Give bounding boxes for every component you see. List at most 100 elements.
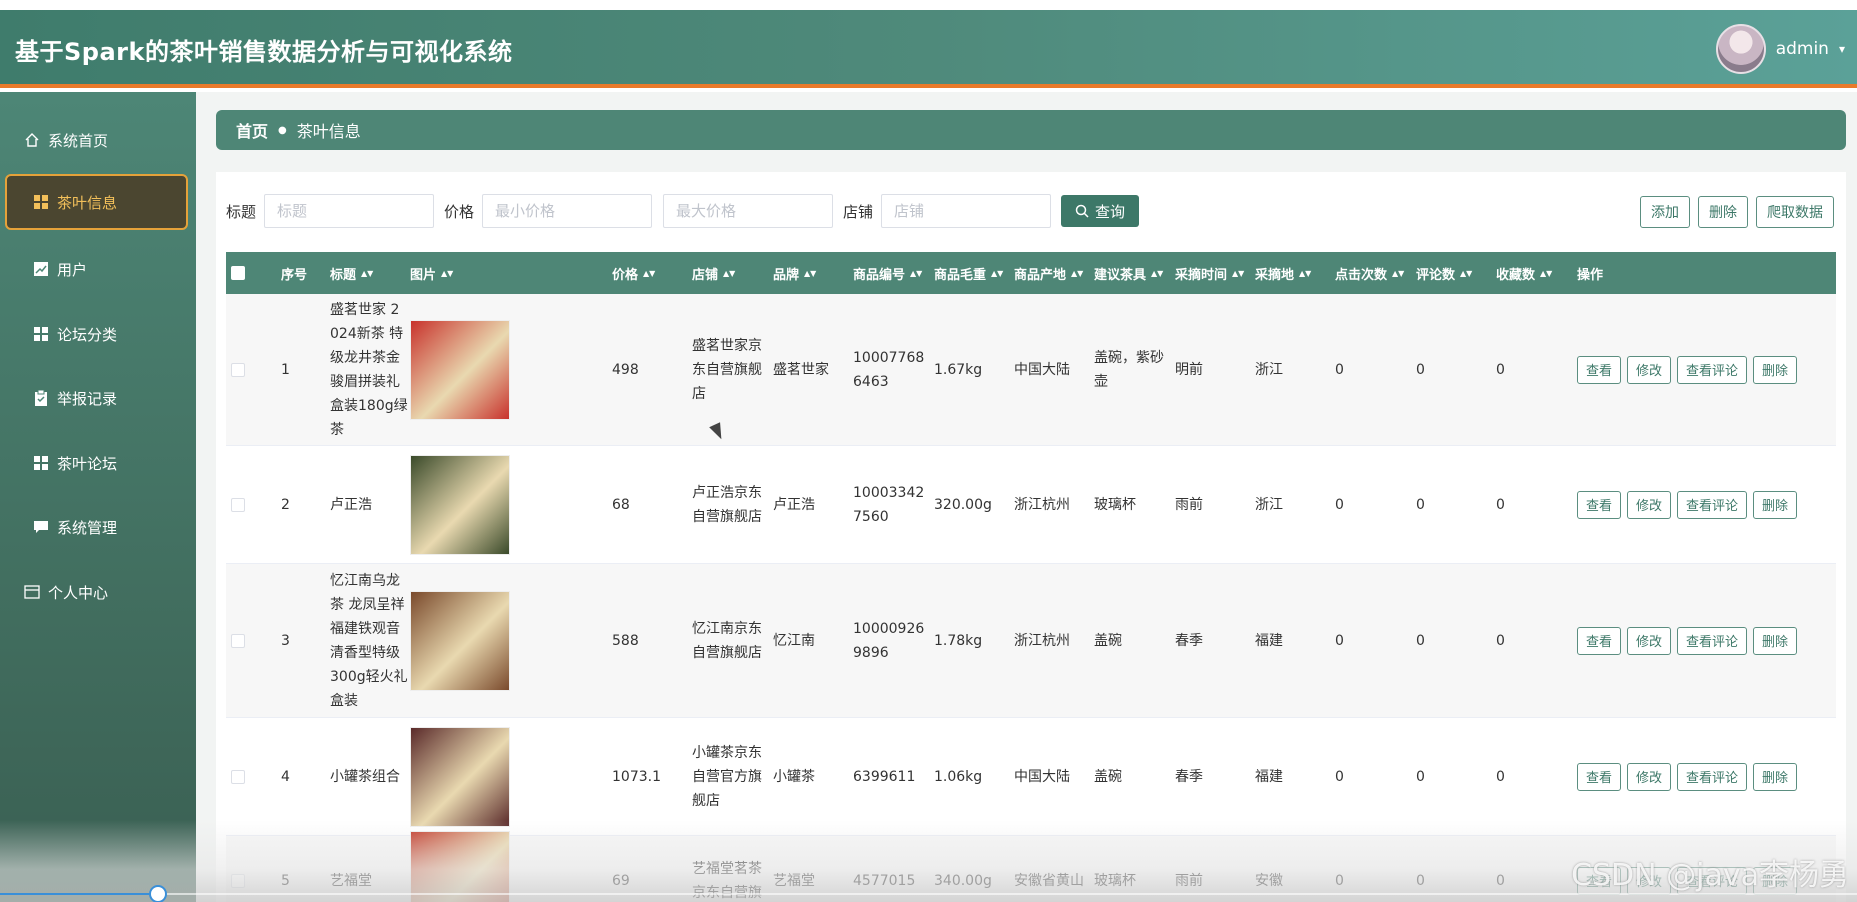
cell-text: 0 <box>1496 872 1505 889</box>
user-menu[interactable]: admin ▾ <box>1715 24 1845 74</box>
sort-icon[interactable]: ▲▼ <box>441 269 453 277</box>
progress-fill <box>0 893 158 895</box>
product-thumbnail[interactable] <box>410 454 510 555</box>
crawl-data-button[interactable]: 爬取数据 <box>1756 196 1834 228</box>
cell-text: 艺福堂 <box>330 872 372 889</box>
product-thumbnail[interactable] <box>410 726 510 827</box>
query-button[interactable]: 查询 <box>1061 195 1140 227</box>
cell-clicks: 0 <box>1335 446 1413 563</box>
query-button-label: 查询 <box>1095 203 1126 221</box>
col-clicks[interactable]: 点击次数 ▲▼ <box>1335 252 1404 294</box>
product-thumbnail[interactable] <box>410 830 510 902</box>
cell-sku: 100077686463 <box>853 294 931 445</box>
col-store[interactable]: 店铺 ▲▼ <box>692 252 735 294</box>
view-comments-button[interactable]: 查看评论 <box>1677 355 1748 384</box>
table-header: 序号 标题 ▲▼ 图片 ▲▼ 价格 ▲▼ 店铺 ▲▼ 品牌 ▲▼ 商品编号 ▲▼ 商品毛重 ▲… <box>226 252 1836 294</box>
sidebar-item-profile[interactable]: 个人中心 <box>0 566 196 618</box>
sidebar-item-users[interactable]: 用户 <box>0 243 196 295</box>
edit-button[interactable]: 修改 <box>1627 490 1672 519</box>
cell-price: 68 <box>612 446 690 563</box>
sidebar-item-tea-forum[interactable]: 茶叶论坛 <box>0 437 196 489</box>
sort-icon[interactable]: ▲▼ <box>1151 269 1163 277</box>
username-label[interactable]: admin <box>1776 39 1829 59</box>
avatar[interactable] <box>1715 24 1766 74</box>
top-header: 基于Spark的茶叶销售数据分析与可视化系统 admin ▾ <box>0 10 1857 88</box>
sidebar-item-label: 茶叶信息 <box>57 193 118 212</box>
row-checkbox[interactable] <box>231 718 245 835</box>
store-input[interactable] <box>881 194 1052 228</box>
col-sku[interactable]: 商品编号 ▲▼ <box>853 252 922 294</box>
view-comments-button[interactable]: 查看评论 <box>1677 762 1748 791</box>
cell-image <box>410 294 520 445</box>
row-delete-button[interactable]: 删除 <box>1753 626 1798 655</box>
row-actions: 查看 修改 查看评论 删除 <box>1577 294 1798 445</box>
col-origin[interactable]: 商品产地 ▲▼ <box>1014 252 1083 294</box>
sort-icon[interactable]: ▲▼ <box>1232 269 1244 277</box>
cell-image <box>410 564 520 717</box>
row-checkbox[interactable] <box>231 446 245 563</box>
sidebar-item-reports[interactable]: 举报记录 <box>0 372 196 424</box>
sort-icon[interactable]: ▲▼ <box>910 269 922 277</box>
edit-button[interactable]: 修改 <box>1627 355 1672 384</box>
cell-text: 中国大陆 <box>1014 768 1070 785</box>
col-title[interactable]: 标题 ▲▼ <box>330 252 373 294</box>
sidebar-item-forum-category[interactable]: 论坛分类 <box>0 308 196 360</box>
col-pick-time-label: 采摘时间 <box>1175 267 1228 283</box>
view-comments-button[interactable]: 查看评论 <box>1677 626 1748 655</box>
sidebar-item-system[interactable]: 系统管理 <box>0 501 196 553</box>
min-price-input[interactable] <box>482 194 653 228</box>
row-delete-button[interactable]: 删除 <box>1753 355 1798 384</box>
row-checkbox[interactable] <box>231 294 245 445</box>
chevron-down-icon[interactable]: ▾ <box>1839 42 1845 56</box>
sidebar-item-tea-info[interactable]: 茶叶信息 <box>5 174 188 230</box>
sort-icon[interactable]: ▲▼ <box>1299 269 1311 277</box>
product-thumbnail[interactable] <box>410 590 510 691</box>
sort-icon[interactable]: ▲▼ <box>1071 269 1083 277</box>
select-all-checkbox[interactable] <box>231 252 245 294</box>
title-input[interactable] <box>264 194 435 228</box>
col-price[interactable]: 价格 ▲▼ <box>612 252 655 294</box>
edit-button[interactable]: 修改 <box>1627 626 1672 655</box>
col-favorites[interactable]: 收藏数 ▲▼ <box>1496 252 1552 294</box>
row-checkbox[interactable] <box>231 564 245 717</box>
col-image[interactable]: 图片 ▲▼ <box>410 252 453 294</box>
max-price-input[interactable] <box>663 194 834 228</box>
cell-image <box>410 718 520 835</box>
sort-icon[interactable]: ▲▼ <box>643 269 655 277</box>
sort-icon[interactable]: ▲▼ <box>1392 269 1404 277</box>
sort-icon[interactable]: ▲▼ <box>361 269 373 277</box>
progress-knob[interactable] <box>148 885 167 902</box>
col-pick-place[interactable]: 采摘地 ▲▼ <box>1255 252 1311 294</box>
col-pick-time[interactable]: 采摘时间 ▲▼ <box>1175 252 1244 294</box>
breadcrumb-home[interactable]: 首页 <box>236 118 268 142</box>
view-button[interactable]: 查看 <box>1577 355 1622 384</box>
edit-button[interactable]: 修改 <box>1627 762 1672 791</box>
cell-text: 320.00g <box>934 496 992 513</box>
view-button[interactable]: 查看 <box>1577 490 1622 519</box>
row-delete-button[interactable]: 删除 <box>1753 490 1798 519</box>
col-comments[interactable]: 评论数 ▲▼ <box>1416 252 1472 294</box>
cell-text: 0 <box>1496 496 1505 513</box>
sort-icon[interactable]: ▲▼ <box>1460 269 1472 277</box>
cell-brand: 小罐茶 <box>773 718 851 835</box>
cell-index: 2 <box>281 446 321 563</box>
cell-favorites: 0 <box>1496 564 1574 717</box>
add-button[interactable]: 添加 <box>1640 196 1690 228</box>
sort-icon[interactable]: ▲▼ <box>1540 269 1552 277</box>
col-brand[interactable]: 品牌 ▲▼ <box>773 252 816 294</box>
view-comments-button[interactable]: 查看评论 <box>1677 490 1748 519</box>
col-weight[interactable]: 商品毛重 ▲▼ <box>934 252 1003 294</box>
sidebar-item-label: 举报记录 <box>57 389 118 408</box>
product-thumbnail[interactable] <box>410 319 510 420</box>
row-delete-button[interactable]: 删除 <box>1753 762 1798 791</box>
view-button[interactable]: 查看 <box>1577 762 1622 791</box>
breadcrumb: 首页 ● 茶叶信息 <box>216 110 1846 150</box>
sort-icon[interactable]: ▲▼ <box>723 269 735 277</box>
sort-icon[interactable]: ▲▼ <box>991 269 1003 277</box>
col-vessel[interactable]: 建议茶具 ▲▼ <box>1094 252 1163 294</box>
view-button[interactable]: 查看 <box>1577 626 1622 655</box>
sort-icon[interactable]: ▲▼ <box>804 269 816 277</box>
sidebar-item-home[interactable]: 系统首页 <box>0 114 196 166</box>
cell-vessel: 盖碗，紫砂壶 <box>1094 294 1172 445</box>
delete-button[interactable]: 删除 <box>1698 196 1748 228</box>
